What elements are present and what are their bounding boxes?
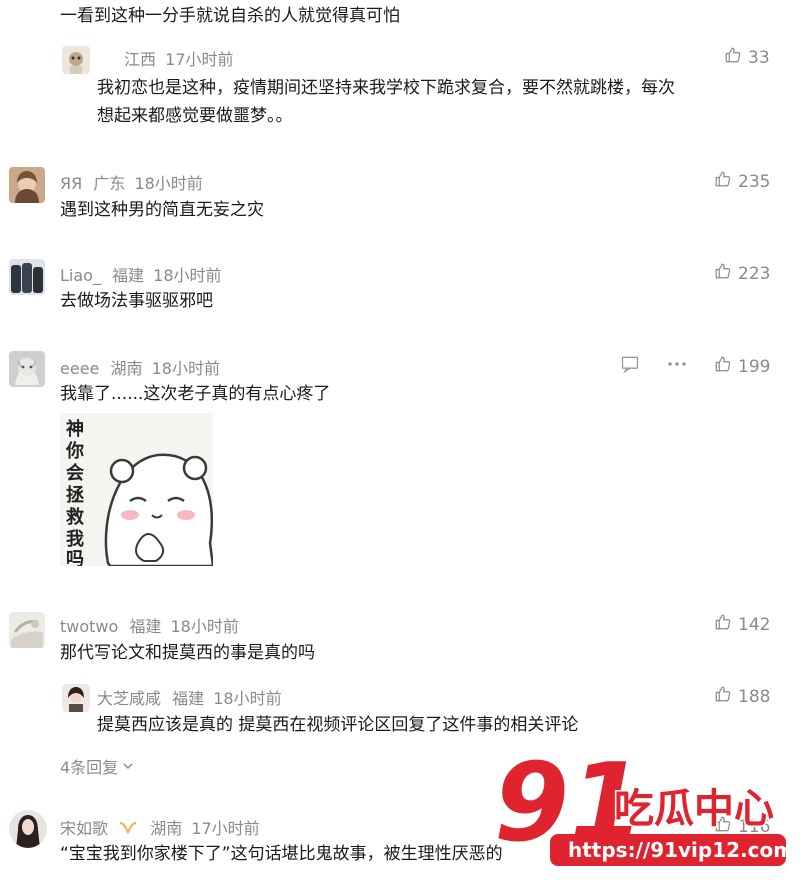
username[interactable]: Liao_ <box>60 266 101 285</box>
watermark-brand: 吃瓜中心 <box>614 786 774 832</box>
avatar[interactable] <box>9 351 45 387</box>
comment-meta: 宋如歌 湖南 17小时前 <box>60 815 260 839</box>
sticker-char: 吗 <box>66 549 84 566</box>
location: 广东 <box>93 174 126 193</box>
comment-meta: eeee 湖南 18小时前 <box>60 355 220 379</box>
chevron-down-icon <box>122 757 134 776</box>
location: 江西 <box>124 50 157 69</box>
thumbs-up-icon <box>714 355 732 378</box>
like-count: 199 <box>738 356 771 377</box>
comment-text: 我初恋也是这种，疫情期间还坚持来我学校下跪求复合，要不然就跳楼，每次 <box>97 78 675 98</box>
comment-meta: 江西 17小时前 <box>124 46 233 70</box>
comment-text-line2: 想起来都感觉要做噩梦。。 <box>97 106 293 126</box>
more-replies-label: 4条回复 <box>60 758 119 777</box>
like-count: 188 <box>738 686 771 707</box>
comment-text: “宝宝我到你家楼下了”这句话堪比鬼故事，被生理性厌恶的 <box>60 844 503 864</box>
comment-meta: twotwo 福建 18小时前 <box>60 613 239 637</box>
avatar[interactable] <box>9 612 45 648</box>
comment-meta: ЯЯ 广东 18小时前 <box>60 170 203 194</box>
comment-text: 去做场法事驱驱邪吧 <box>60 291 213 311</box>
sticker-image[interactable]: 神 你 会 拯 救 我 吗 <box>60 413 213 566</box>
more-options-icon[interactable] <box>666 355 688 377</box>
username[interactable]: 大芝咸咸 <box>97 689 161 708</box>
timestamp: 18小时前 <box>170 617 239 636</box>
avatar[interactable] <box>62 46 90 74</box>
watermark-url: https://91vip12.com <box>568 838 792 862</box>
thumbs-up-icon <box>714 170 732 193</box>
timestamp: 18小时前 <box>134 174 203 193</box>
sticker-char: 拯 <box>66 484 84 506</box>
location: 湖南 <box>110 359 143 378</box>
like-button[interactable]: 188 <box>714 685 770 708</box>
timestamp: 18小时前 <box>153 266 222 285</box>
username[interactable]: twotwo <box>60 617 118 636</box>
sticker-char: 神 <box>66 418 84 440</box>
timestamp: 17小时前 <box>165 50 234 69</box>
vip-badge-icon <box>119 820 137 839</box>
comment-text: 提莫西应该是真的 提莫西在视频评论区回复了这件事的相关评论 <box>97 715 579 735</box>
timestamp: 18小时前 <box>151 359 220 378</box>
comment-text: 遇到这种男的简直无妄之灾 <box>60 200 264 220</box>
comment-meta: 大芝咸咸 福建 18小时前 <box>97 685 282 709</box>
comment-text-top: 一看到这种一分手就说自杀的人就觉得真可怕 <box>60 6 400 26</box>
reply-icon[interactable] <box>620 354 640 378</box>
username[interactable]: eeee <box>60 359 99 378</box>
comment-text: 那代写论文和提莫西的事是真的吗 <box>60 643 315 663</box>
like-count: 235 <box>738 171 771 192</box>
location: 福建 <box>129 617 162 636</box>
sticker-char: 会 <box>66 462 84 484</box>
location: 福建 <box>112 266 145 285</box>
like-button[interactable]: 142 <box>714 613 770 636</box>
thumbs-up-icon <box>714 613 732 636</box>
like-button[interactable]: 199 <box>714 355 770 378</box>
avatar[interactable] <box>9 167 45 203</box>
watermark-logo: 91 吃瓜中心 https://91vip12.com <box>492 739 794 876</box>
like-button[interactable]: 33 <box>724 46 770 69</box>
thumbs-up-icon <box>714 685 732 708</box>
like-button[interactable]: 235 <box>714 170 770 193</box>
timestamp: 18小时前 <box>213 689 282 708</box>
comment-meta: Liao_ 福建 18小时前 <box>60 262 222 286</box>
avatar[interactable] <box>62 684 90 712</box>
like-count: 223 <box>738 263 771 284</box>
timestamp: 17小时前 <box>191 819 260 838</box>
thumbs-up-icon <box>724 46 742 69</box>
location: 福建 <box>172 689 205 708</box>
more-replies-link[interactable]: 4条回复 <box>60 754 134 778</box>
like-count: 33 <box>748 47 770 68</box>
sticker-char: 我 <box>66 529 84 550</box>
sticker-char: 救 <box>66 506 84 528</box>
avatar[interactable] <box>9 810 47 848</box>
username[interactable]: 宋如歌 <box>60 819 108 838</box>
thumbs-up-icon <box>714 262 732 285</box>
comment-text: 我靠了......这次老子真的有点心疼了 <box>60 384 331 404</box>
sticker-char: 你 <box>65 440 84 462</box>
avatar[interactable] <box>9 259 45 295</box>
username[interactable]: ЯЯ <box>60 174 82 193</box>
like-button[interactable]: 223 <box>714 262 770 285</box>
location: 湖南 <box>150 819 183 838</box>
like-count: 142 <box>738 614 771 635</box>
